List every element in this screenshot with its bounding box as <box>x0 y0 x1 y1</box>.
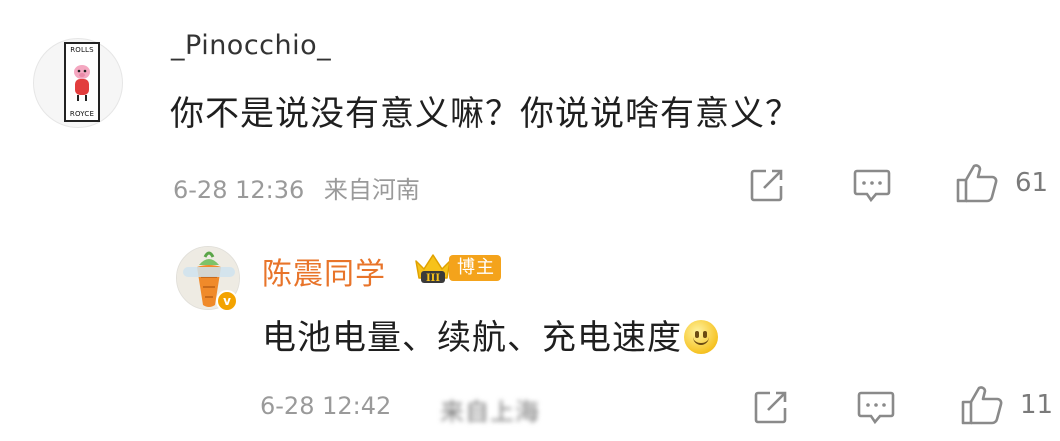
reply-share-button[interactable] <box>752 388 790 426</box>
reply-location: 来自上海 <box>440 398 540 426</box>
comment-icon <box>853 169 891 203</box>
comment-icon <box>857 391 895 425</box>
avatar[interactable]: ROLLS ROYCE <box>33 38 123 128</box>
smile-emoji-icon <box>684 320 718 354</box>
comment-meta: 6-28 12:36 来自河南 <box>173 170 420 205</box>
crown-level: III <box>426 273 440 284</box>
pig-icon <box>74 65 90 101</box>
logo-text-bottom: ROYCE <box>69 110 95 118</box>
logo-text-top: ROLLS <box>70 46 94 54</box>
share-button[interactable] <box>748 166 786 204</box>
reply-like-button[interactable] <box>960 384 1004 426</box>
reply-username[interactable]: 陈震同学 <box>262 249 386 293</box>
comment-text: 你不是说没有意义嘛？你说说啥有意义？ <box>170 94 800 134</box>
comment-username[interactable]: _Pinocchio_ <box>171 30 331 61</box>
reply-text-content: 电池电量、续航、充电速度 <box>262 318 682 358</box>
like-count: 61 <box>1015 168 1049 198</box>
comment-time: 6-28 12:36 <box>173 176 305 204</box>
reply-time: 6-28 12:42 <box>260 392 392 420</box>
blogger-label: 博主 <box>449 255 501 281</box>
blogger-badge: III 博主 <box>413 251 501 285</box>
like-icon <box>961 386 1003 425</box>
reply-text: 电池电量、续航、充电速度 <box>262 310 718 359</box>
rolls-royce-logo: ROLLS ROYCE <box>64 42 100 122</box>
verified-icon: v <box>216 290 238 312</box>
like-button[interactable] <box>955 162 999 204</box>
reply-like-count: 11 <box>1020 390 1054 420</box>
crown-icon: III <box>415 254 451 284</box>
share-icon <box>754 391 787 424</box>
like-icon <box>956 164 998 203</box>
comment-button[interactable] <box>852 168 892 204</box>
comment-location: 来自河南 <box>323 176 420 204</box>
reply-comment-button[interactable] <box>856 390 896 426</box>
share-icon <box>750 169 783 202</box>
